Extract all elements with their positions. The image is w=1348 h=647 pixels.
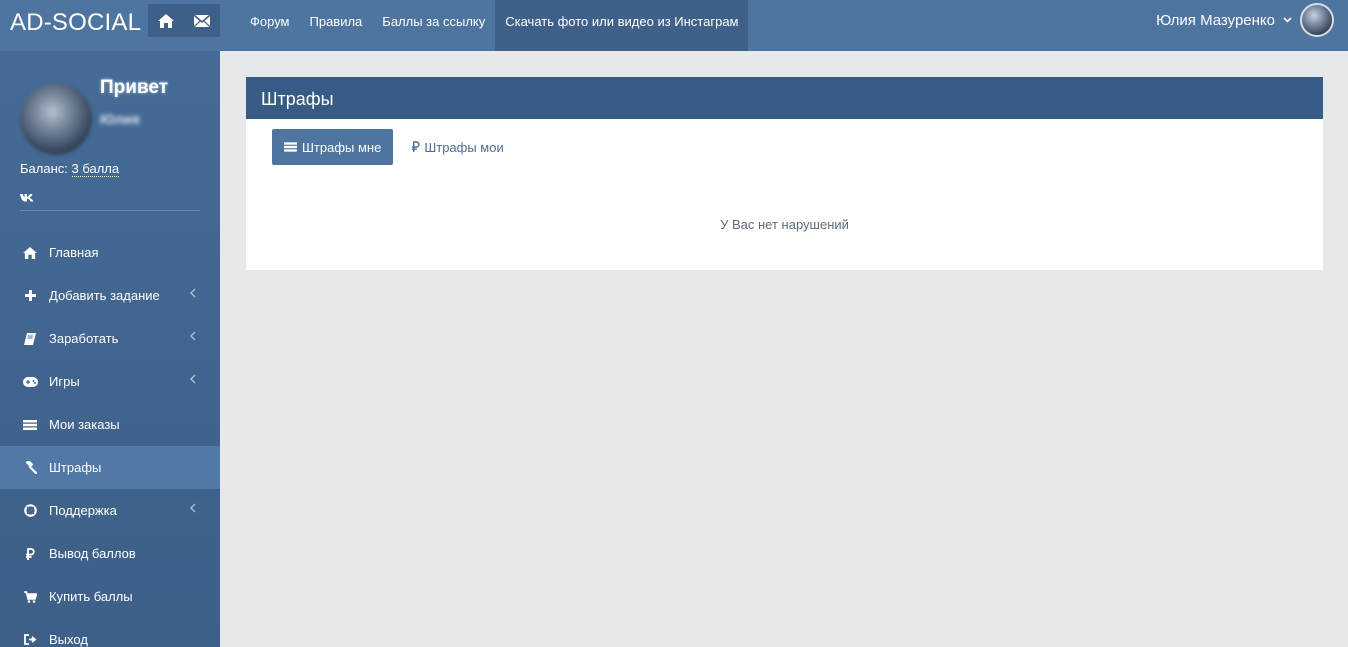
book-icon	[22, 331, 38, 347]
lifebuoy-icon	[22, 503, 38, 519]
nav-forum[interactable]: Форум	[240, 0, 300, 51]
sidebar-item-games[interactable]: Игры	[0, 360, 220, 403]
penalty-tabs: Штрафы мне Штрафы мои	[272, 129, 504, 165]
user-avatar[interactable]	[1300, 3, 1334, 37]
envelope-icon	[194, 14, 210, 27]
balance-label: Баланс:	[20, 161, 68, 176]
ruble-icon	[411, 140, 420, 155]
chevron-left-icon	[190, 374, 196, 384]
sidebar-item-label: Игры	[49, 374, 80, 389]
sidebar-item-logout[interactable]: Выход	[0, 618, 220, 647]
sidebar-item-buy-points[interactable]: Купить баллы	[0, 575, 220, 618]
list-icon	[284, 142, 297, 152]
balance-value[interactable]: 3 балла	[71, 161, 120, 177]
sidebar-item-withdraw[interactable]: Вывод баллов	[0, 532, 220, 575]
profile-avatar	[20, 83, 92, 155]
tab-label: Штрафы мне	[302, 139, 382, 155]
greeting: Привет	[100, 77, 168, 98]
chevron-left-icon	[190, 288, 196, 298]
list-icon	[22, 417, 38, 433]
chevron-left-icon	[190, 503, 196, 513]
sidebar-item-label: Главная	[49, 245, 99, 260]
balance: Баланс: 3 балла	[20, 161, 120, 177]
tab-penalties-to-me[interactable]: Штрафы мне	[272, 129, 394, 165]
vk-icon[interactable]	[20, 189, 34, 207]
sign-out-icon	[22, 632, 38, 647]
sidebar-item-add-task[interactable]: Добавить задание	[0, 274, 220, 317]
sidebar-item-label: Поддержка	[49, 503, 117, 518]
home-icon	[158, 13, 174, 28]
sidebar-item-label: Купить баллы	[49, 589, 133, 604]
penalties-panel: Штрафы Штрафы мне Штрафы мои У Вас нет н…	[246, 77, 1323, 270]
profile-block: Привет Юлия Баланс: 3 балла	[0, 51, 220, 211]
tab-my-penalties[interactable]: Штрафы мои	[411, 139, 504, 155]
sidebar-item-home[interactable]: Главная	[0, 231, 220, 274]
sidebar-item-label: Мои заказы	[49, 417, 120, 432]
ruble-icon	[22, 546, 38, 562]
gamepad-icon	[22, 374, 38, 390]
sidebar-item-label: Вывод баллов	[49, 546, 136, 561]
sidebar-item-earn[interactable]: Заработать	[0, 317, 220, 360]
chevron-left-icon	[190, 331, 196, 341]
home-button[interactable]	[148, 4, 184, 37]
user-name: Юлия Мазуренко	[1156, 11, 1275, 29]
sidebar-item-support[interactable]: Поддержка	[0, 489, 220, 532]
messages-button[interactable]	[184, 4, 220, 37]
user-menu[interactable]: Юлия Мазуренко	[1156, 0, 1334, 40]
brand-logo[interactable]: AD-SOCIAL	[0, 0, 148, 51]
sidebar-item-penalties[interactable]: Штрафы	[0, 446, 220, 489]
chevron-down-icon	[1283, 17, 1292, 23]
sidebar-item-label: Добавить задание	[49, 288, 160, 303]
sidebar-menu: Главная Добавить задание Заработать Игры…	[0, 231, 220, 647]
top-nav: Форум Правила Баллы за ссылку Скачать фо…	[240, 0, 749, 51]
cart-icon	[22, 589, 38, 605]
nav-rules[interactable]: Правила	[300, 0, 373, 51]
quick-icons	[148, 4, 220, 37]
sidebar-item-label: Выход	[49, 632, 88, 647]
top-bar: AD-SOCIAL Форум Правила Баллы за ссылку …	[0, 0, 1348, 51]
sidebar-item-label: Штрафы	[49, 460, 102, 475]
nav-instagram-download[interactable]: Скачать фото или видео из Инстаграм	[495, 0, 749, 51]
sidebar-item-label: Заработать	[49, 331, 119, 346]
sidebar-divider	[20, 210, 200, 211]
sidebar: Привет Юлия Баланс: 3 балла Главная Доба…	[0, 51, 220, 647]
sidebar-item-my-orders[interactable]: Мои заказы	[0, 403, 220, 446]
page-title: Штрафы	[246, 77, 1323, 119]
empty-state-message: У Вас нет нарушений	[720, 217, 849, 232]
profile-name: Юлия	[100, 111, 140, 127]
tab-label: Штрафы мои	[424, 139, 504, 155]
home-icon	[22, 245, 38, 261]
nav-referral-points[interactable]: Баллы за ссылку	[372, 0, 495, 51]
plus-icon	[22, 288, 38, 304]
gavel-icon	[22, 460, 38, 476]
